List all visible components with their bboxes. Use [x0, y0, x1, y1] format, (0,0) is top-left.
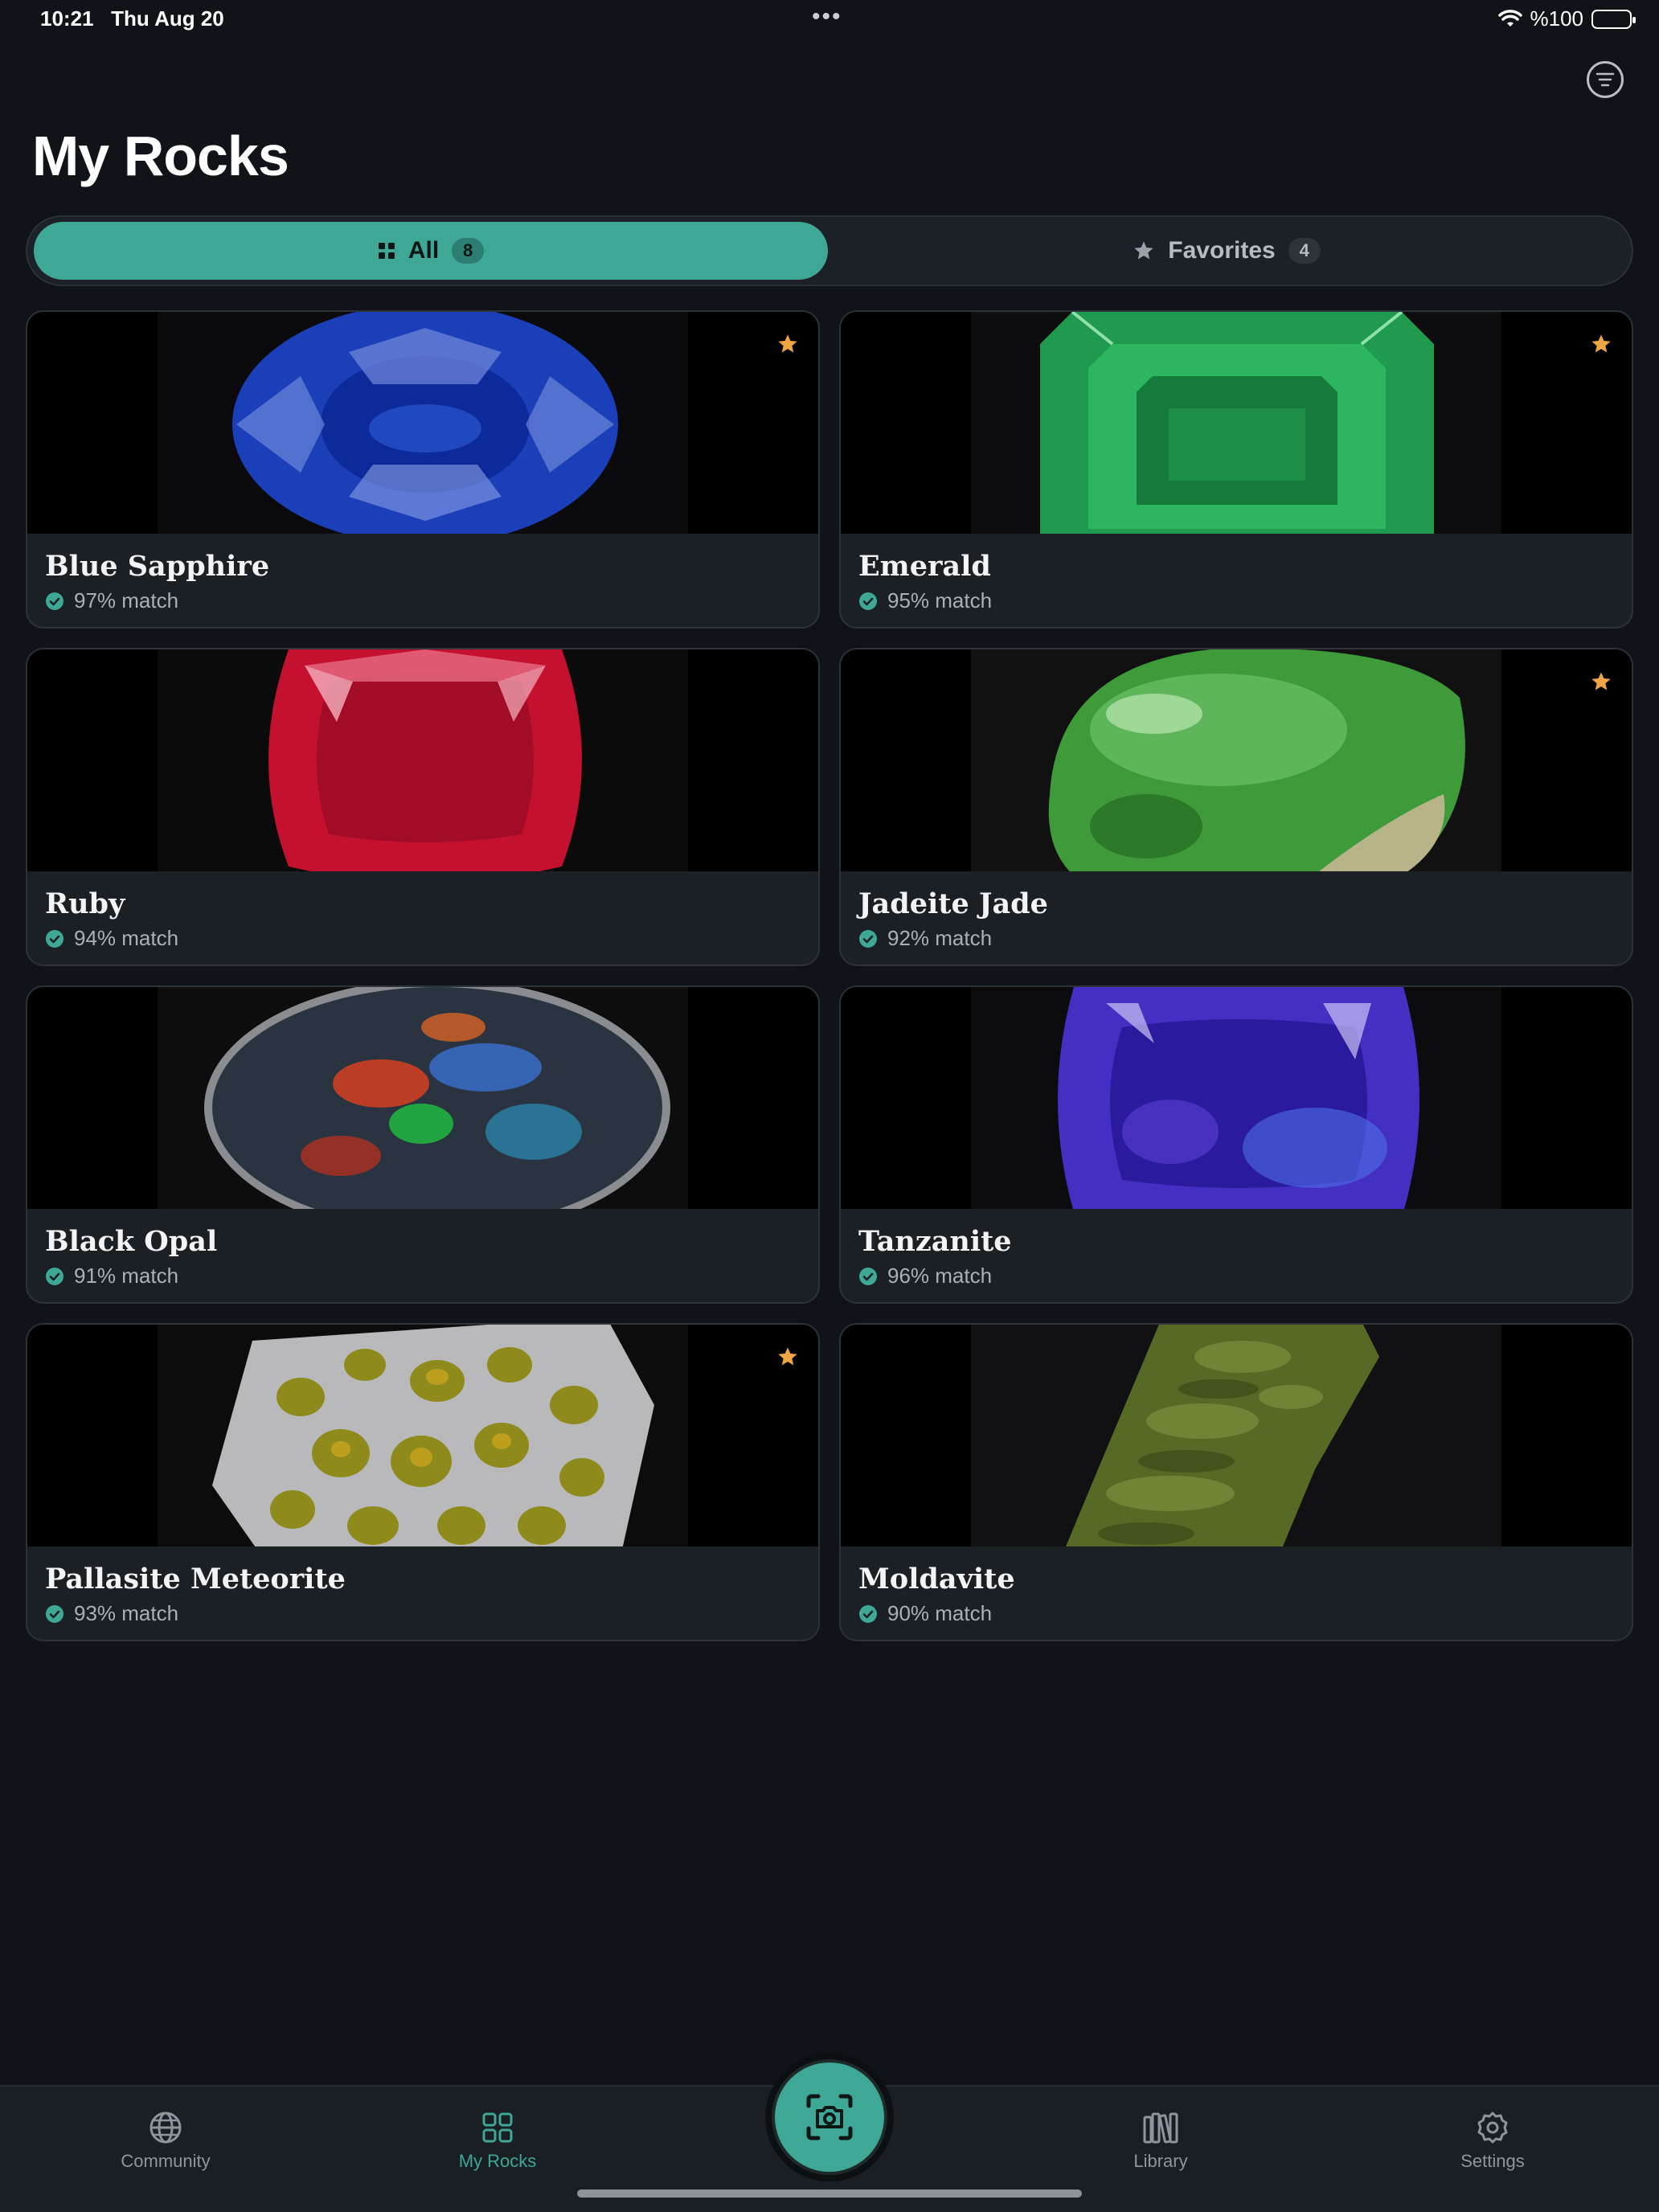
rock-name: Moldavite	[858, 1563, 1015, 1596]
match-row: 95% match	[858, 588, 992, 613]
rock-name: Ruby	[45, 887, 125, 920]
moldavite-image	[1066, 1325, 1379, 1546]
match-row: 93% match	[45, 1601, 178, 1626]
tab-favorites[interactable]: Favorites 4	[830, 222, 1624, 280]
match-text: 95% match	[887, 588, 993, 612]
library-books-icon	[1143, 2112, 1178, 2144]
rock-name: Blue Sapphire	[45, 550, 270, 583]
match-text: 97% match	[74, 588, 179, 612]
match-text: 96% match	[887, 1264, 993, 1288]
emerald-image	[1040, 312, 1434, 534]
nav-settings[interactable]: Settings	[1412, 2111, 1573, 2172]
wifi-icon	[1497, 9, 1522, 27]
verified-check-icon	[859, 1604, 877, 1623]
match-text: 94% match	[74, 926, 179, 950]
tab-favorites-label: Favorites	[1168, 237, 1276, 264]
match-text: 92% match	[887, 926, 993, 950]
pallasite-meteorite-image	[212, 1325, 654, 1546]
time-text: 10:21	[40, 6, 94, 31]
status-bar: 10:21 Thu Aug 20 ••• %100	[0, 0, 1659, 37]
verified-check-icon	[859, 1267, 877, 1285]
nav-my-rocks[interactable]: My Rocks	[417, 2111, 578, 2172]
multitask-dots[interactable]: •••	[812, 3, 842, 31]
match-row: 91% match	[45, 1264, 178, 1288]
nav-library-label: Library	[1133, 2151, 1188, 2171]
match-row: 94% match	[45, 926, 178, 951]
gear-icon	[1477, 2112, 1508, 2144]
rock-card[interactable]: Pallasite Meteorite 93% match	[26, 1323, 820, 1641]
rock-image	[27, 312, 818, 534]
rock-card[interactable]: Emerald 95% match	[839, 310, 1633, 629]
verified-check-icon	[46, 929, 63, 948]
verified-check-icon	[46, 1604, 63, 1623]
rock-card[interactable]: Black Opal 91% match	[26, 985, 820, 1304]
date-text: Thu Aug 20	[111, 6, 224, 31]
rock-image	[27, 1325, 818, 1546]
verified-check-icon	[859, 592, 877, 610]
page-title: My Rocks	[32, 125, 289, 187]
match-row: 96% match	[858, 1264, 992, 1288]
tab-all-label: All	[408, 237, 440, 264]
rock-name: Pallasite Meteorite	[45, 1563, 346, 1596]
rock-card[interactable]: Tanzanite 96% match	[839, 985, 1633, 1304]
filter-lines-icon	[1596, 72, 1615, 87]
nav-community-label: Community	[121, 2151, 211, 2171]
battery-percent: %100	[1530, 6, 1584, 31]
camera-scan-icon	[806, 2094, 853, 2140]
segmented-control: All 8 Favorites 4	[26, 215, 1633, 286]
globe-icon	[150, 2112, 182, 2144]
ruby-image	[268, 649, 582, 871]
tab-all[interactable]: All 8	[34, 222, 828, 280]
nav-settings-label: Settings	[1460, 2151, 1525, 2171]
grid-icon	[482, 2112, 513, 2143]
tab-favorites-count: 4	[1288, 238, 1321, 264]
rock-card[interactable]: Blue Sapphire 97% match	[26, 310, 820, 629]
status-time: 10:21 Thu Aug 20	[40, 6, 224, 31]
rock-card[interactable]: Jadeite Jade 92% match	[839, 648, 1633, 966]
nav-my-rocks-label: My Rocks	[458, 2151, 537, 2171]
match-text: 91% match	[74, 1264, 179, 1288]
home-indicator[interactable]	[577, 2189, 1082, 2198]
rock-card[interactable]: Ruby 94% match	[26, 648, 820, 966]
battery-icon	[1591, 9, 1636, 29]
favorite-star-icon[interactable]	[776, 1346, 799, 1368]
rock-image	[27, 987, 818, 1209]
rock-name: Tanzanite	[858, 1225, 1012, 1258]
jadeite-jade-image	[1048, 649, 1465, 871]
status-right: %100	[1497, 6, 1636, 31]
blue-sapphire-image	[232, 312, 618, 534]
tanzanite-image	[1058, 987, 1419, 1209]
nav-library[interactable]: Library	[1080, 2111, 1241, 2172]
match-text: 93% match	[74, 1601, 179, 1625]
favorite-star-icon[interactable]	[776, 333, 799, 355]
nav-community[interactable]: Community	[85, 2111, 246, 2172]
match-row: 97% match	[45, 588, 178, 613]
rock-card[interactable]: Moldavite 90% match	[839, 1323, 1633, 1641]
match-row: 92% match	[858, 926, 992, 951]
rock-image	[841, 649, 1632, 871]
match-text: 90% match	[887, 1601, 993, 1625]
rock-name: Jadeite Jade	[858, 887, 1048, 920]
rock-name: Emerald	[858, 550, 991, 583]
verified-check-icon	[46, 1267, 63, 1285]
favorite-star-icon[interactable]	[1590, 670, 1612, 693]
black-opal-image	[204, 987, 670, 1209]
verified-check-icon	[859, 929, 877, 948]
star-icon	[1134, 241, 1153, 260]
grid-icon	[378, 243, 395, 259]
filter-button[interactable]	[1587, 61, 1624, 98]
favorite-star-icon[interactable]	[1590, 333, 1612, 355]
rock-name: Black Opal	[45, 1225, 218, 1258]
scan-button[interactable]	[775, 2062, 884, 2172]
rock-image	[841, 987, 1632, 1209]
rock-image	[27, 649, 818, 871]
tab-all-count: 8	[452, 238, 485, 264]
rock-image	[841, 1325, 1632, 1546]
match-row: 90% match	[858, 1601, 992, 1626]
rock-image	[841, 312, 1632, 534]
verified-check-icon	[46, 592, 63, 610]
